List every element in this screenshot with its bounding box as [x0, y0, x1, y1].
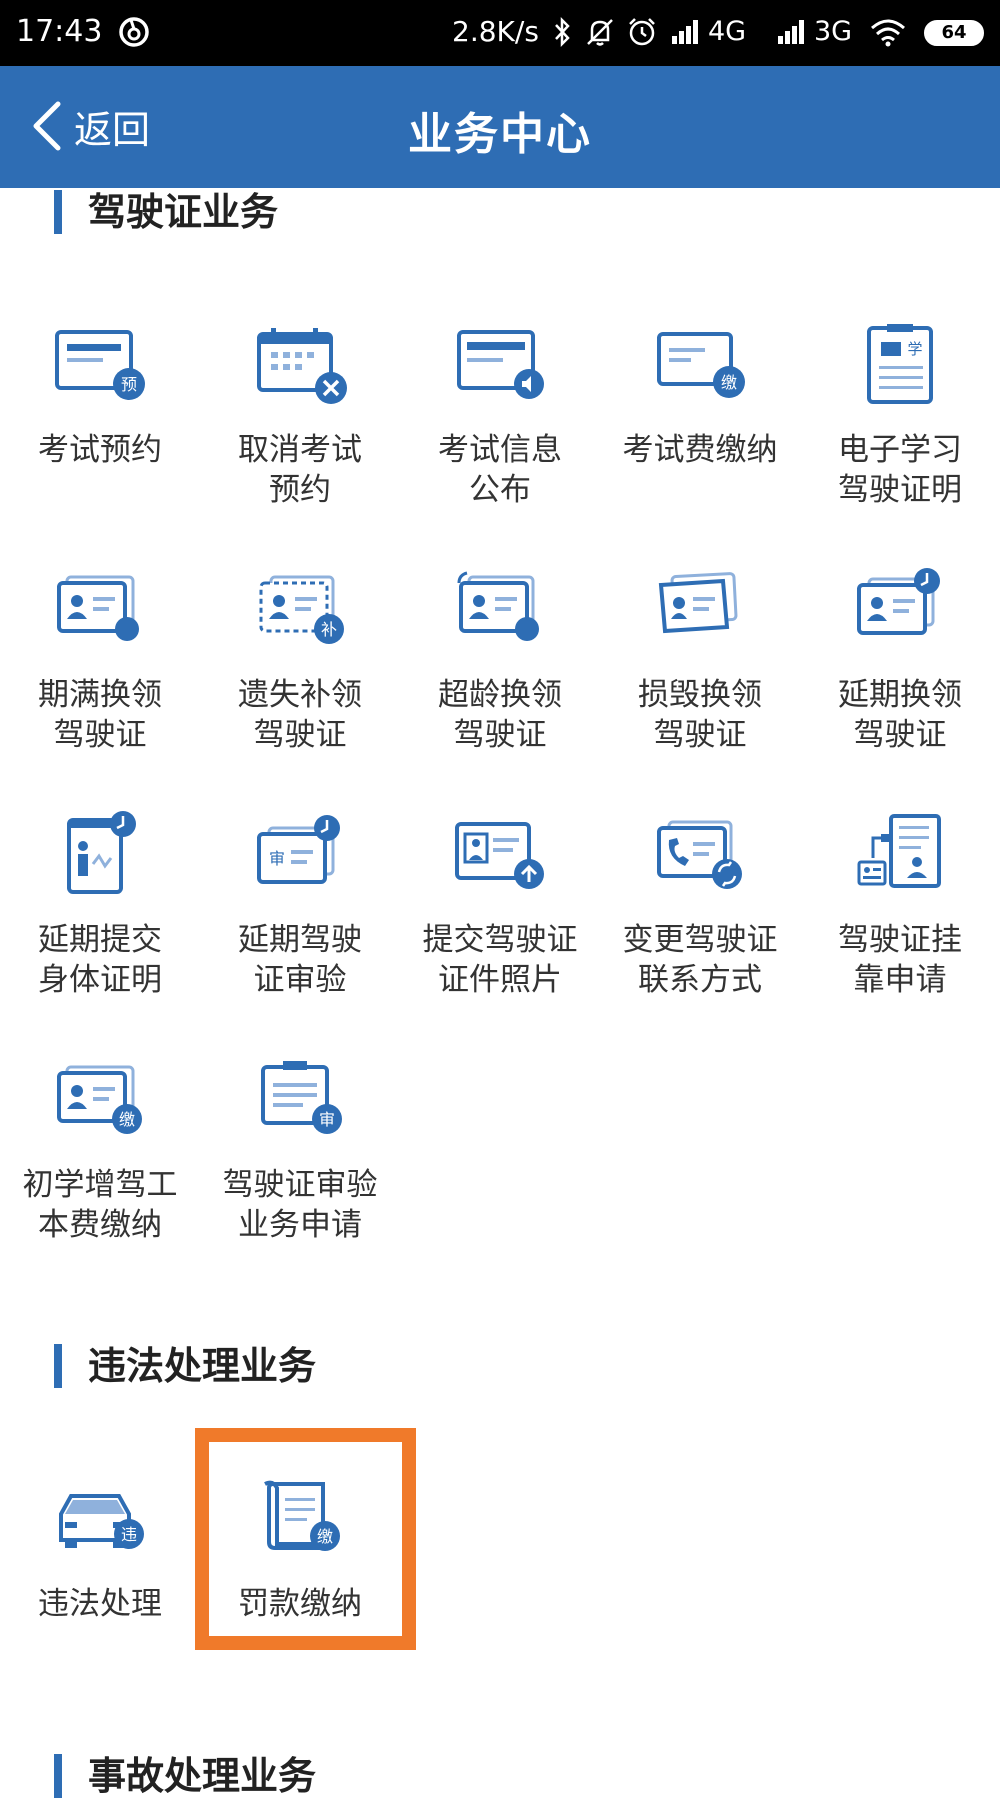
change-contact-icon — [657, 820, 742, 889]
item-lost-replace[interactable]: 补 遗失补领 驾驶证 — [200, 563, 400, 793]
delay-health-icon — [67, 811, 136, 894]
item-change-contact[interactable]: 变更驾驶证 联系方式 — [600, 808, 800, 1038]
svg-text:补: 补 — [321, 620, 337, 639]
title-bar: 返回 业务中心 — [0, 66, 1000, 188]
item-label: 驾驶证挂 靠申请 — [838, 922, 962, 998]
svg-text:审: 审 — [319, 1110, 335, 1129]
netease-music-icon — [119, 17, 149, 47]
status-bar: 17:43 2.8K/s 4G 3G 64 — [0, 0, 1000, 66]
svg-text:学: 学 — [907, 340, 922, 358]
item-upload-photo[interactable]: 提交驾驶证 证件照片 — [400, 808, 600, 1038]
net-speed: 2.8K/s — [452, 15, 539, 48]
item-delay-review[interactable]: 审 延期驾驶 证审验 — [200, 808, 400, 1038]
svg-text:审: 审 — [269, 849, 285, 868]
item-label: 初学增驾工 本费缴纳 — [22, 1167, 178, 1243]
delay-review-icon: 审 — [257, 815, 340, 884]
exam-reserve-icon: 预 — [55, 330, 145, 400]
item-cancel-exam[interactable]: 取消考试 预约 — [200, 318, 400, 548]
item-label: 超龄换领 驾驶证 — [438, 677, 562, 753]
network-3g: 3G — [814, 16, 853, 47]
item-exam-info[interactable]: 考试信息 公布 — [400, 318, 600, 548]
section-title-license: 驾驶证业务 — [54, 190, 278, 234]
svg-text:缴: 缴 — [317, 1527, 333, 1546]
item-label: 延期换领 驾驶证 — [838, 677, 962, 753]
item-expire-renew[interactable]: 期满换领 驾驶证 — [0, 563, 200, 793]
delay-renew-icon — [857, 568, 940, 635]
item-label: 提交驾驶证 证件照片 — [422, 922, 578, 998]
item-exam-fee[interactable]: 缴 考试费缴纳 — [600, 318, 800, 548]
mute-bell-icon — [587, 19, 613, 46]
svg-text:预: 预 — [121, 375, 137, 394]
status-time: 17:43 — [16, 14, 103, 49]
item-affiliate-apply[interactable]: 驾驶证挂 靠申请 — [800, 808, 1000, 1038]
item-label: 遗失补领 驾驶证 — [238, 677, 362, 753]
network-4g: 4G — [708, 16, 747, 47]
item-fine-pay[interactable]: 缴 罚款缴纳 — [200, 1472, 400, 1702]
item-label: 变更驾驶证 联系方式 — [622, 922, 778, 998]
exam-info-icon — [457, 330, 544, 399]
signal-icon — [672, 20, 698, 44]
item-study-proof[interactable]: 学 电子学习 驾驶证明 — [800, 318, 1000, 548]
battery-indicator: 64 — [924, 20, 984, 46]
overage-renew-icon — [457, 571, 539, 641]
item-overage-renew[interactable]: 超龄换领 驾驶证 — [400, 563, 600, 793]
item-label: 考试信息 公布 — [438, 432, 562, 508]
fine-pay-icon: 缴 — [264, 1480, 340, 1551]
review-apply-icon: 审 — [261, 1061, 342, 1134]
page-title: 业务中心 — [408, 109, 592, 160]
item-learner-fee[interactable]: 缴 初学增驾工 本费缴纳 — [0, 1053, 200, 1283]
item-label: 延期提交 身体证明 — [38, 922, 162, 998]
item-exam-reserve[interactable]: 预 考试预约 — [0, 318, 200, 548]
item-damaged-renew[interactable]: 损毁换领 驾驶证 — [600, 563, 800, 793]
item-label: 损毁换领 驾驶证 — [638, 677, 762, 753]
item-delay-renew[interactable]: 延期换领 驾驶证 — [800, 563, 1000, 793]
item-delay-health[interactable]: 延期提交 身体证明 — [0, 808, 200, 1038]
svg-text:缴: 缴 — [721, 373, 737, 392]
wifi-icon — [871, 19, 905, 47]
study-proof-icon: 学 — [867, 324, 933, 404]
svg-text:缴: 缴 — [119, 1110, 135, 1129]
svg-text:违: 违 — [121, 1525, 137, 1544]
signal-icon-2 — [778, 20, 804, 44]
item-review-apply[interactable]: 审 驾驶证审验 业务申请 — [200, 1053, 400, 1283]
item-label: 考试预约 — [38, 432, 162, 468]
damaged-renew-icon — [658, 572, 738, 634]
alarm-icon — [629, 18, 655, 46]
lost-replace-icon: 补 — [259, 575, 344, 644]
bluetooth-icon — [555, 16, 570, 48]
learner-fee-icon: 缴 — [57, 1065, 142, 1134]
item-label: 期满换领 驾驶证 — [38, 677, 162, 753]
expire-renew-icon — [57, 575, 139, 641]
item-label: 延期驾驶 证审验 — [238, 922, 362, 998]
item-label: 取消考试 预约 — [238, 432, 362, 508]
section-title-accident: 事故处理业务 — [54, 1754, 316, 1798]
item-label: 考试费缴纳 — [622, 432, 778, 468]
cancel-exam-icon — [257, 328, 347, 404]
item-violation-handle[interactable]: 违 违法处理 — [0, 1472, 200, 1702]
violation-car-icon: 违 — [59, 1494, 144, 1549]
item-label: 驾驶证审验 业务申请 — [222, 1167, 378, 1243]
item-label: 罚款缴纳 — [238, 1586, 362, 1622]
section-title-violation: 违法处理业务 — [54, 1344, 316, 1388]
upload-photo-icon — [455, 822, 544, 889]
affiliate-apply-icon — [857, 814, 941, 888]
exam-fee-icon: 缴 — [657, 332, 745, 398]
item-label: 违法处理 — [38, 1586, 162, 1622]
item-label: 电子学习 驾驶证明 — [838, 432, 962, 508]
